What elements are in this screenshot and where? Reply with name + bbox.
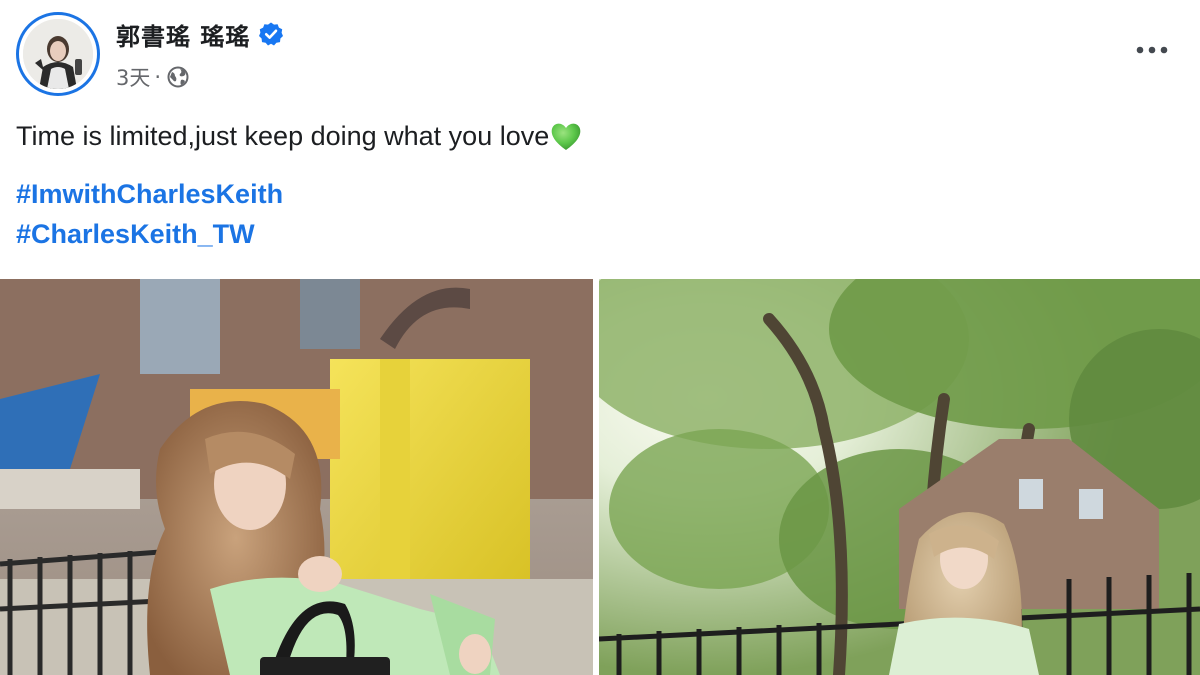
- post-photo-right[interactable]: [599, 279, 1200, 675]
- meta-separator: ·: [154, 65, 162, 89]
- post-meta: 3天 ·: [116, 62, 189, 92]
- post-header: 郭書瑤 瑤瑤 3天 ·: [0, 0, 1200, 100]
- avatar[interactable]: [16, 12, 100, 96]
- author-row: 郭書瑤 瑤瑤: [116, 16, 284, 52]
- street-photo-image: [0, 279, 593, 675]
- avatar-image: [23, 19, 93, 89]
- author-name[interactable]: 郭書瑤 瑤瑤: [116, 17, 250, 52]
- verified-badge-icon: [258, 21, 284, 47]
- post-message: Time is limited,just keep doing what you…: [16, 116, 583, 156]
- park-photo-image: [599, 279, 1200, 675]
- facebook-post: 郭書瑤 瑤瑤 3天 · Time is limited,just keep do…: [0, 0, 1200, 675]
- timestamp-link[interactable]: 3天: [116, 62, 150, 92]
- post-message-text: Time is limited,just keep doing what you…: [16, 121, 550, 151]
- hashtag-link-imwithcharleskeith[interactable]: #ImwithCharlesKeith: [16, 176, 283, 212]
- post-photo-left[interactable]: [0, 279, 593, 675]
- hashtag-link-charleskeith-tw[interactable]: #CharlesKeith_TW: [16, 216, 255, 252]
- more-options-button[interactable]: [1132, 34, 1172, 66]
- globe-icon[interactable]: [167, 66, 189, 88]
- more-dots-icon: [1136, 46, 1168, 54]
- avatar-figure: [23, 19, 93, 89]
- green-heart-icon: [549, 119, 583, 153]
